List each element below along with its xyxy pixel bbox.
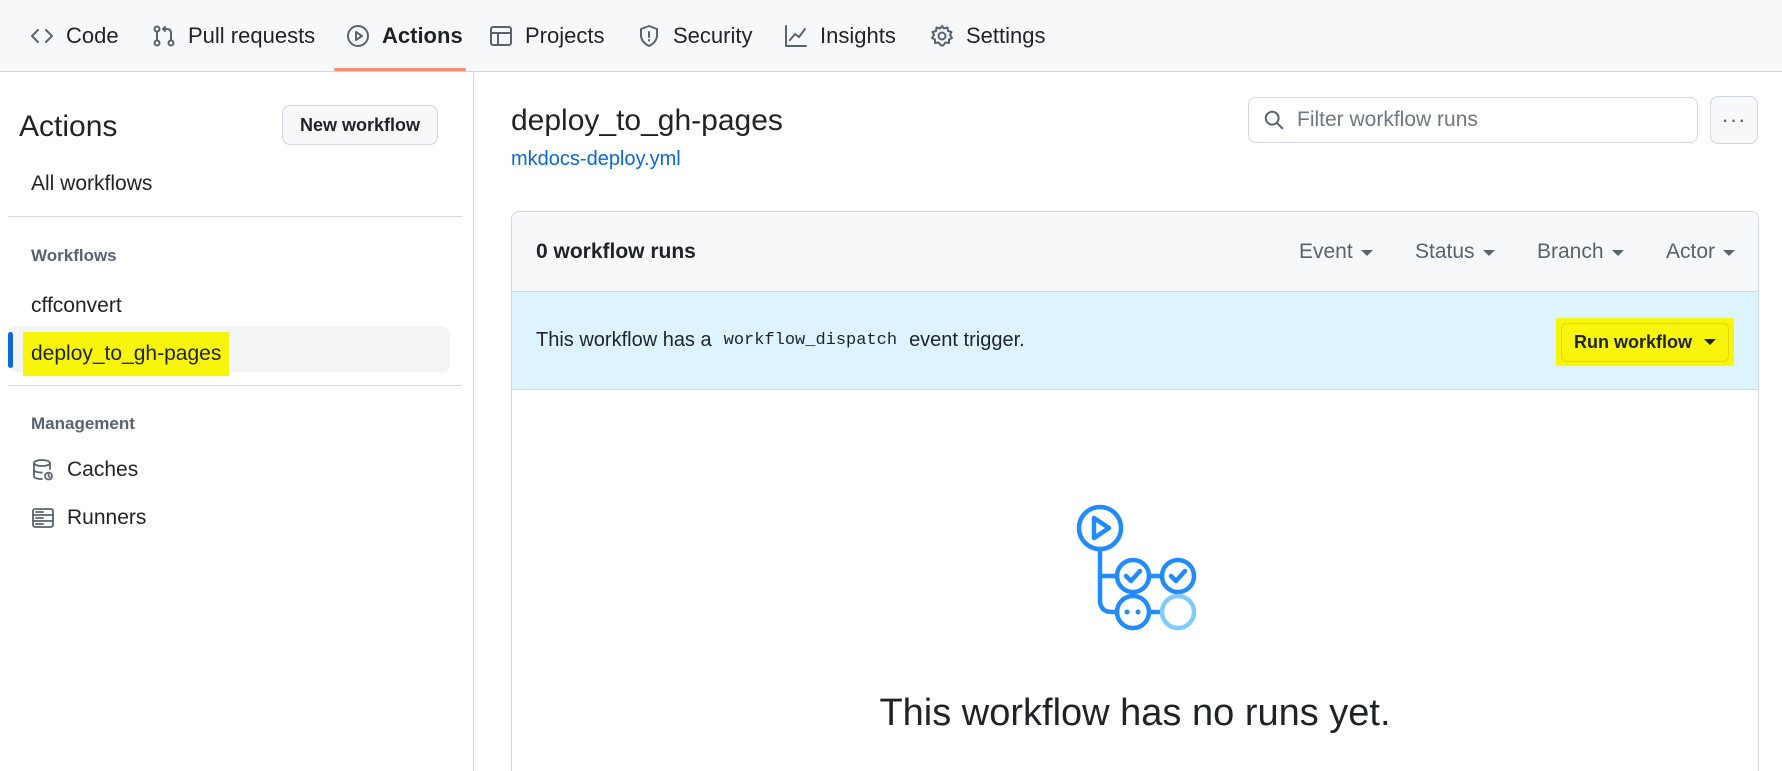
run-workflow-label: Run workflow [1574,331,1692,352]
tab-settings-label: Settings [966,23,1046,48]
sidebar-item-runners[interactable]: Runners [31,506,146,530]
tab-security[interactable]: Security [637,0,752,72]
sidebar-item-runners-label: Runners [67,506,147,529]
workflows-heading: Workflows [31,246,117,265]
tab-settings[interactable]: Settings [930,0,1046,72]
repo-nav: Code Pull requests Actions Projects Secu… [0,0,1782,72]
run-workflow-button-inner: Run workflow [1561,322,1729,362]
kebab-menu-button[interactable]: ··· [1710,96,1758,144]
active-tab-underline [334,68,466,71]
workflow-runs-panel: 0 workflow runs Event Status Branch Acto… [511,211,1759,771]
server-icon [32,508,54,528]
management-heading: Management [31,414,135,433]
chevron-down-icon [1704,339,1716,345]
sidebar-item-caches-label: Caches [67,458,139,481]
database-icon [33,459,53,481]
banner-text: This workflow has a workflow_dispatch even… [536,329,1025,352]
empty-state-message: This workflow has no runs yet. [879,692,1391,734]
sidebar-divider [8,385,462,386]
table-icon [490,26,512,46]
runs-header: 0 workflow runs Event Status Branch Acto… [512,212,1758,292]
actor-filter[interactable]: Actor [1666,240,1736,264]
workflow-file-link[interactable]: mkdocs-deploy.yml [511,148,681,171]
gear-icon [931,25,953,47]
chevron-down-icon [1723,250,1736,256]
actions-sidebar: Actions New workflow All workflows Workf… [0,72,474,771]
tab-projects-label: Projects [525,23,605,48]
tab-actions[interactable]: Actions [346,0,463,72]
workflow-title: deploy_to_gh-pages [511,104,783,137]
event-filter-label: Event [1299,240,1353,263]
search-input[interactable] [1297,108,1677,132]
tab-insights[interactable]: Insights [784,0,896,72]
tab-pull-requests[interactable]: Pull requests [152,0,315,72]
shield-icon [640,25,658,47]
sidebar-divider [8,216,462,217]
status-filter[interactable]: Status [1415,240,1495,264]
actor-filter-label: Actor [1666,240,1716,263]
graph-icon [785,25,807,47]
code-icon [31,29,53,43]
chevron-down-icon [1482,250,1495,256]
banner-code: workflow_dispatch [723,331,898,350]
runs-count: 0 workflow runs [536,240,696,263]
filter-workflow-runs-field[interactable] [1248,97,1698,143]
tab-pull-requests-label: Pull requests [188,23,316,48]
tab-code[interactable]: Code [30,0,119,72]
chevron-down-icon [1360,250,1373,256]
tab-security-label: Security [673,23,753,48]
workflow-item-deploy-label: deploy_to_gh-pages [23,332,230,376]
workflow-illustration-icon [1076,504,1197,631]
dispatch-banner: This workflow has a workflow_dispatch even… [512,292,1758,390]
selected-indicator [8,332,13,368]
new-workflow-button[interactable]: New workflow [282,105,438,145]
tab-projects[interactable]: Projects [489,0,604,72]
banner-suffix: event trigger. [909,329,1025,351]
tab-insights-label: Insights [820,23,896,48]
banner-prefix: This workflow has a [536,329,712,351]
event-filter[interactable]: Event [1299,240,1373,264]
chevron-down-icon [1611,250,1624,256]
status-filter-label: Status [1415,240,1475,263]
sidebar-title: Actions [19,110,118,143]
workflow-item-cffconvert[interactable]: cffconvert [31,294,122,318]
tab-actions-label: Actions [382,23,463,48]
play-icon [347,25,369,47]
search-icon [1264,110,1284,130]
workflow-item-deploy-to-gh-pages[interactable]: deploy_to_gh-pages [23,332,230,376]
tab-code-label: Code [66,23,119,48]
pull-request-icon [153,25,175,47]
all-workflows-link[interactable]: All workflows [31,172,152,196]
run-workflow-button[interactable]: Run workflow [1556,318,1734,366]
branch-filter-label: Branch [1537,240,1604,263]
sidebar-item-caches[interactable]: Caches [31,458,138,482]
branch-filter[interactable]: Branch [1537,240,1624,264]
